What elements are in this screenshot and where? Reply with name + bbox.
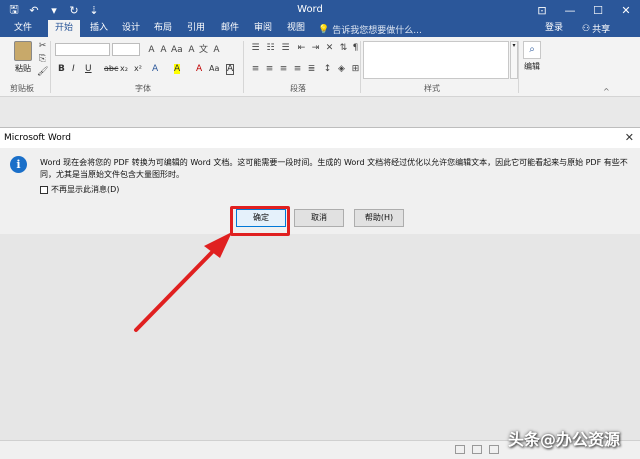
print-layout-icon[interactable] [472,445,482,454]
pointer-arrow [134,232,232,332]
read-mode-icon[interactable] [455,445,465,454]
web-layout-icon[interactable] [489,445,499,454]
watermark: 头条@办公资源 [508,430,621,449]
